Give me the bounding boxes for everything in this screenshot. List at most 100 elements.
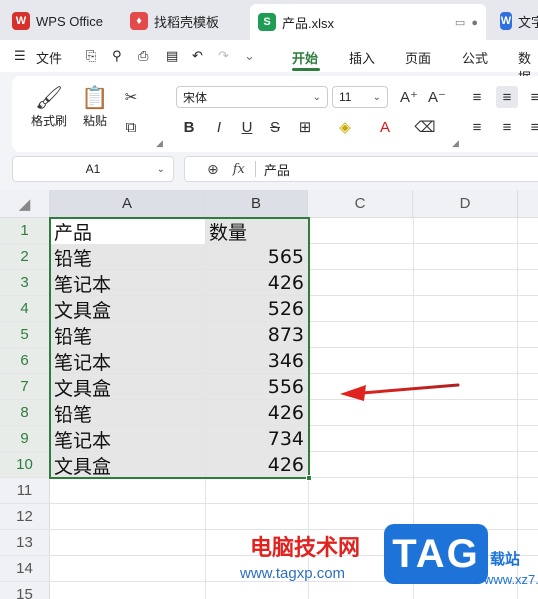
row-header-10[interactable]: 10 bbox=[0, 452, 50, 478]
font-color-icon[interactable]: A bbox=[374, 116, 396, 138]
window-icon[interactable]: ▭ ● bbox=[455, 16, 478, 29]
column-header-c[interactable]: C bbox=[308, 190, 413, 218]
ribbon: 🖌 格式刷 📋 粘贴 ✂ ⧉ ◢ 宋体 ⌄ 11 ⌄ A⁺ A⁻ B I U S… bbox=[12, 76, 538, 152]
watermark-site-name: 电脑技术网 bbox=[250, 536, 361, 561]
column-header-b[interactable]: B bbox=[205, 190, 308, 218]
chevron-down-icon: ⌄ bbox=[156, 163, 165, 175]
border-icon[interactable]: ⊞ bbox=[294, 116, 316, 138]
row-header-13[interactable]: 13 bbox=[0, 530, 50, 556]
chevron-down-icon: ⌄ bbox=[312, 91, 321, 103]
row-header-3[interactable]: 3 bbox=[0, 270, 50, 296]
cut-icon[interactable]: ✂ bbox=[120, 86, 142, 108]
align-top-icon[interactable]: ≡ bbox=[466, 86, 488, 108]
formula-bar: A1 ⌄ ⊕ fx 产品 bbox=[12, 156, 538, 184]
row-header-7[interactable]: 7 bbox=[0, 374, 50, 400]
bold-icon[interactable]: B bbox=[178, 116, 200, 138]
formula-input[interactable]: ⊕ fx 产品 bbox=[184, 156, 538, 182]
spreadsheet-app: W WPS Office ♦ 找稻壳模板 S 产品.xlsx ▭ ● W 文字 … bbox=[0, 0, 538, 599]
row-header-2[interactable]: 2 bbox=[0, 244, 50, 270]
italic-icon[interactable]: I bbox=[208, 116, 230, 138]
watermark-side-url: www.xz7.com bbox=[484, 572, 538, 587]
print-icon[interactable]: ⎙ bbox=[138, 48, 148, 64]
tab-label: 产品.xlsx bbox=[282, 15, 335, 31]
menu-page[interactable]: 页面 bbox=[405, 48, 431, 67]
column-header-a[interactable]: A bbox=[50, 190, 205, 218]
redo-icon[interactable]: ↷ bbox=[218, 48, 229, 64]
expand-corner-icon[interactable]: ◢ bbox=[156, 138, 163, 149]
menu-home[interactable]: 开始 bbox=[292, 48, 318, 67]
docer-icon: ♦ bbox=[130, 12, 148, 30]
format-painter-button[interactable]: 🖌 格式刷 bbox=[24, 84, 74, 129]
grid-line bbox=[517, 218, 518, 599]
tab-bar: W WPS Office ♦ 找稻壳模板 S 产品.xlsx ▭ ● W 文字 bbox=[0, 0, 538, 40]
font-name-value: 宋体 bbox=[183, 90, 208, 105]
menu-insert[interactable]: 插入 bbox=[349, 48, 375, 67]
row-header-11[interactable]: 11 bbox=[0, 478, 50, 504]
copy-icon[interactable]: ⧉ bbox=[120, 116, 142, 138]
row-header-15[interactable]: 15 bbox=[0, 582, 50, 599]
name-box[interactable]: A1 ⌄ bbox=[12, 156, 174, 182]
preview-icon[interactable]: ▤ bbox=[166, 48, 178, 64]
paste-label: 粘贴 bbox=[82, 114, 107, 128]
watermark-url: www.tagxp.com bbox=[240, 565, 346, 582]
menu-formula[interactable]: 公式 bbox=[462, 48, 488, 67]
increase-font-icon[interactable]: A⁺ bbox=[398, 86, 420, 108]
cell-reference: A1 bbox=[85, 162, 101, 176]
tab-docer[interactable]: ♦ 找稻壳模板 bbox=[122, 6, 244, 36]
zoom-icon[interactable]: ⊕ bbox=[207, 161, 219, 178]
watermark-side-text: 载站 bbox=[490, 551, 521, 568]
row-header-4[interactable]: 4 bbox=[0, 296, 50, 322]
align-center-icon[interactable]: ≡ bbox=[496, 116, 518, 138]
chevron-down-icon[interactable]: ⌄ bbox=[244, 48, 255, 64]
tab-label: WPS Office bbox=[36, 13, 103, 29]
brush-icon: 🖌 bbox=[35, 85, 63, 110]
tab-writer[interactable]: W 文字 bbox=[492, 6, 538, 36]
strikethrough-icon[interactable]: S bbox=[264, 116, 286, 138]
chevron-down-icon: ⌄ bbox=[372, 91, 381, 103]
align-right-icon[interactable]: ≡ bbox=[524, 116, 538, 138]
link-icon[interactable]: ⚲ bbox=[112, 48, 122, 64]
annotation-arrow bbox=[340, 383, 460, 401]
menu-bar: ☰ 文件 ⎘ ⚲ ⎙ ▤ ↶ ↷ ⌄ 开始 插入 页面 公式 数据 bbox=[0, 40, 538, 85]
align-middle-icon[interactable]: ≡ bbox=[496, 86, 518, 108]
menu-file[interactable]: 文件 bbox=[36, 48, 62, 67]
fill-handle[interactable] bbox=[306, 475, 312, 481]
column-header-e[interactable] bbox=[518, 190, 538, 218]
fill-color-icon[interactable]: ◈ bbox=[334, 116, 356, 138]
eraser-icon[interactable]: ⌫ bbox=[414, 116, 436, 138]
format-painter-label: 格式刷 bbox=[30, 114, 67, 128]
selection-border bbox=[49, 217, 310, 479]
font-size-value: 11 bbox=[339, 90, 352, 104]
decrease-font-icon[interactable]: A⁻ bbox=[426, 86, 448, 108]
clipboard-icon: 📋 bbox=[81, 85, 109, 110]
align-left-icon[interactable]: ≡ bbox=[466, 116, 488, 138]
row-header-5[interactable]: 5 bbox=[0, 322, 50, 348]
undo-icon[interactable]: ↶ bbox=[192, 48, 203, 64]
wps-logo-icon: W bbox=[12, 12, 30, 30]
formula-content: 产品 bbox=[263, 162, 290, 178]
spreadsheet-icon: S bbox=[258, 13, 276, 31]
tab-product-xlsx[interactable]: S 产品.xlsx ▭ ● bbox=[250, 4, 486, 40]
row-header-9[interactable]: 9 bbox=[0, 426, 50, 452]
watermark-logo: TAG bbox=[384, 524, 488, 584]
tab-wps-office[interactable]: W WPS Office bbox=[4, 6, 116, 36]
font-size-select[interactable]: 11 ⌄ bbox=[332, 86, 388, 108]
paste-button[interactable]: 📋 粘贴 bbox=[70, 84, 120, 129]
grid-line bbox=[50, 503, 538, 504]
row-header-1[interactable]: 1 bbox=[0, 218, 50, 244]
row-header-6[interactable]: 6 bbox=[0, 348, 50, 374]
select-all-corner[interactable]: ◢ bbox=[0, 190, 50, 218]
column-header-d[interactable]: D bbox=[413, 190, 518, 218]
row-header-8[interactable]: 8 bbox=[0, 400, 50, 426]
active-menu-indicator bbox=[292, 68, 320, 71]
row-header-14[interactable]: 14 bbox=[0, 556, 50, 582]
align-bottom-icon[interactable]: ≡ bbox=[524, 86, 538, 108]
save-icon[interactable]: ⎘ bbox=[86, 48, 96, 64]
font-name-select[interactable]: 宋体 ⌄ bbox=[176, 86, 328, 108]
expand-corner-icon[interactable]: ◢ bbox=[452, 138, 459, 149]
underline-icon[interactable]: U bbox=[236, 116, 258, 138]
hamburger-icon[interactable]: ☰ bbox=[14, 48, 26, 64]
row-header-12[interactable]: 12 bbox=[0, 504, 50, 530]
fx-icon[interactable]: fx bbox=[233, 162, 245, 177]
tab-label: 文字 bbox=[517, 14, 538, 30]
